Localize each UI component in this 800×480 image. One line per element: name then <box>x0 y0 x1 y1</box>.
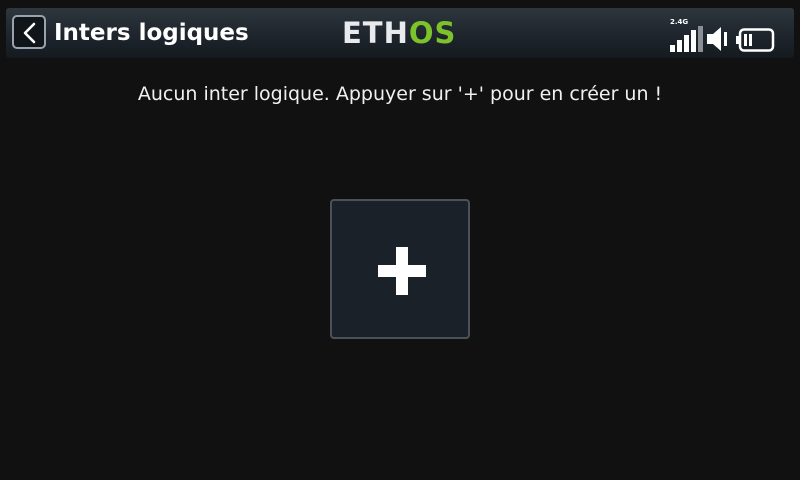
add-logic-switch-button[interactable] <box>330 199 470 339</box>
back-button[interactable] <box>12 15 46 49</box>
rf-band-label: 2.4G <box>670 18 689 26</box>
ethos-logo: ETHOS <box>342 18 470 48</box>
signal-bars-icon <box>670 26 703 52</box>
chevron-left-icon <box>23 22 36 44</box>
status-area: 2.4G <box>670 14 786 54</box>
empty-state-message: Aucun inter logique. Appuyer sur '+' pou… <box>137 83 663 105</box>
battery-icon <box>736 28 775 52</box>
logo-part-eth: ETH <box>342 16 409 50</box>
header-bar: Inters logiques ETHOS 2.4G <box>6 8 794 58</box>
logo-part-os: OS <box>408 16 457 50</box>
speaker-icon[interactable] <box>706 26 732 52</box>
screen: Inters logiques ETHOS 2.4G Aucun inter l… <box>0 0 800 480</box>
plus-icon <box>378 247 426 295</box>
page-title: Inters logiques <box>54 20 249 46</box>
